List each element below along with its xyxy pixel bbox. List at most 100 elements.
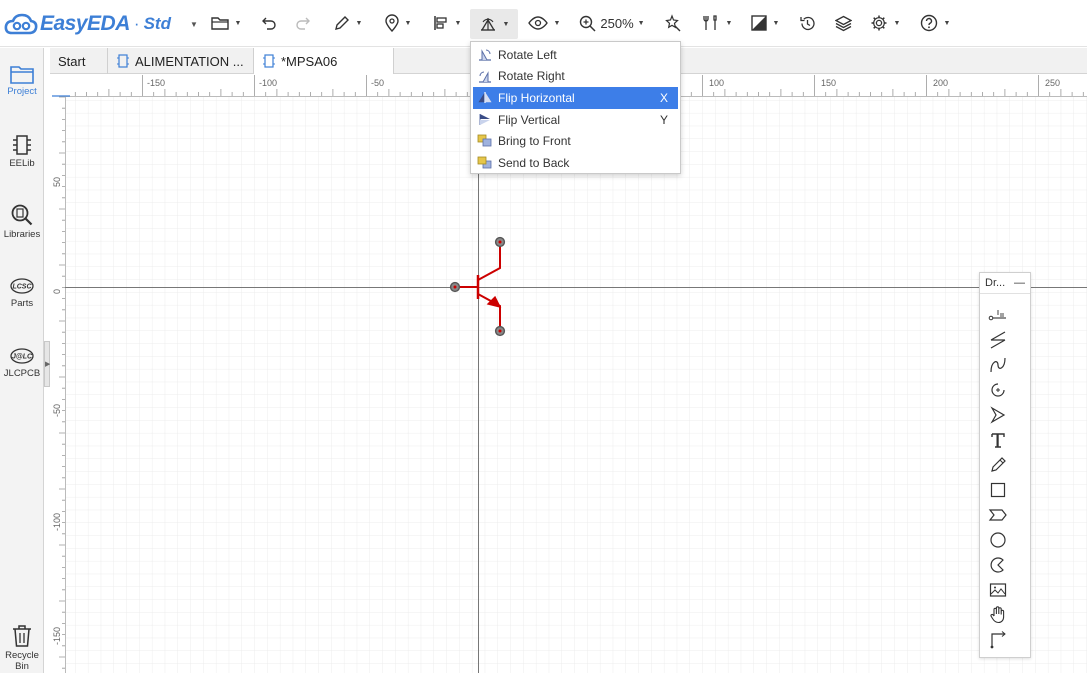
sidebar-item-label: Recycle Bin: [5, 650, 39, 672]
hand-icon: [990, 606, 1005, 624]
bezier-curve-icon: [990, 357, 1006, 373]
help-menu-button[interactable]: ▼: [916, 10, 954, 36]
image-tool[interactable]: [988, 580, 1008, 600]
history-button[interactable]: [796, 10, 818, 36]
menu-item-bring-to-front[interactable]: Bring to Front: [473, 130, 678, 152]
pie-icon: [990, 557, 1004, 573]
sidebar-item-label: Project: [7, 86, 37, 97]
view-menu-button[interactable]: ▼: [526, 10, 562, 36]
arrowhead-tool[interactable]: [988, 405, 1008, 425]
jlc-icon: J@LC: [10, 348, 34, 364]
chevron-down-icon: ▼: [355, 19, 363, 27]
drawing-tools-title: Dr...: [985, 277, 1006, 289]
ruler-label-top: 100: [709, 78, 724, 88]
polygon-tool[interactable]: [988, 505, 1008, 525]
zoom-menu-button[interactable]: 250% ▼: [576, 10, 648, 36]
menu-item-rotate-left[interactable]: Rotate Left: [473, 44, 678, 66]
ruler-label-left: -150: [52, 627, 62, 645]
ruler-label-left: 0: [52, 289, 62, 294]
ruler-label-top: -50: [371, 78, 384, 88]
svg-text:J@LC: J@LC: [12, 354, 33, 361]
dimension-tool[interactable]: [988, 630, 1008, 650]
menu-item-flip-horizontal[interactable]: Flip Horizontal X: [473, 87, 678, 109]
redo-icon: [296, 17, 310, 30]
sidebar-item-project[interactable]: Project: [0, 64, 44, 97]
tab-start[interactable]: Start: [50, 48, 108, 74]
sidebar-item-recycle-bin[interactable]: Recycle Bin: [0, 624, 44, 672]
tab-label: Start: [58, 53, 86, 69]
gear-icon: [871, 15, 887, 31]
menu-item-label: Rotate Left: [498, 47, 557, 62]
rectangle-tool[interactable]: [988, 480, 1008, 500]
drawing-tools-panel: Dr... —: [979, 272, 1031, 658]
ellipse-tool[interactable]: [988, 530, 1008, 550]
sidebar-item-label: Parts: [10, 298, 34, 309]
ruler-label-top: 250: [1045, 78, 1060, 88]
top-toolbar: EasyEDA · Std ▼ ▼ ▼ ▼ ▼ ▼ ▼ 250% ▼ ▼ ▼ ▼…: [0, 0, 1087, 47]
sidebar-item-label: JLCPCB: [3, 368, 41, 379]
sidebar-item-label: Libraries: [3, 229, 41, 240]
chevron-down-icon: ▼: [772, 19, 780, 27]
layers-button[interactable]: [832, 10, 854, 36]
align-menu-button[interactable]: ▼: [428, 10, 466, 36]
sidebar-item-parts[interactable]: LCSC Parts: [0, 276, 44, 309]
file-menu-button[interactable]: ▼: [208, 10, 244, 36]
send-to-back-icon: [477, 156, 492, 169]
pin-dot: [498, 240, 502, 244]
zoom-level: 250%: [600, 15, 634, 31]
ruler-label-left: 50: [52, 177, 62, 187]
drawing-tools-header[interactable]: Dr... —: [980, 273, 1030, 294]
chevron-down-icon: ▼: [454, 19, 462, 27]
draw-menu-button[interactable]: ▼: [330, 10, 366, 36]
design-rule-button[interactable]: [660, 10, 684, 36]
settings-menu-button[interactable]: ▼: [866, 10, 904, 36]
place-menu-button[interactable]: ▼: [380, 10, 416, 36]
menu-item-rotate-right[interactable]: Rotate Right: [473, 66, 678, 88]
wrench-screwdriver-icon: [702, 15, 717, 30]
pin-dot: [498, 329, 502, 333]
menu-item-shortcut: Y: [660, 112, 669, 127]
polyline-icon: [990, 331, 1006, 349]
bezier-tool[interactable]: [988, 355, 1008, 375]
menu-item-shortcut: X: [660, 90, 669, 105]
menu-item-send-to-back[interactable]: Send to Back: [473, 152, 678, 174]
grid-background: [65, 97, 1087, 673]
theme-menu-button[interactable]: ▼: [746, 10, 784, 36]
tab-mpsa06[interactable]: *MPSA06: [254, 48, 394, 74]
rotate-menu-button[interactable]: ▼: [470, 9, 518, 39]
polyline-tool[interactable]: [988, 330, 1008, 350]
sidebar-item-jlcpcb[interactable]: J@LC JLCPCB: [0, 346, 44, 379]
tab-alimentation[interactable]: ALIMENTATION ...: [108, 48, 254, 74]
pin-tool[interactable]: [988, 305, 1008, 325]
ruler-label-top: 200: [933, 78, 948, 88]
project-icon: [10, 66, 34, 84]
sidebar-item-eelib[interactable]: EELib: [0, 134, 44, 169]
app-logo[interactable]: EasyEDA · Std: [4, 10, 171, 38]
undo-button[interactable]: [258, 10, 280, 36]
pencil-icon: [991, 457, 1006, 472]
bring-to-front-icon: [477, 134, 492, 147]
logo-text: EasyEDA: [40, 12, 130, 35]
arc-tool[interactable]: [988, 380, 1008, 400]
flip-vertical-icon: [479, 113, 490, 125]
lcsc-icon: LCSC: [10, 278, 34, 294]
rotate-flip-dropdown: Rotate Left Rotate Right Flip Horizontal…: [470, 41, 681, 174]
freehand-tool[interactable]: [988, 455, 1008, 475]
pie-tool[interactable]: [988, 555, 1008, 575]
text-tool[interactable]: [988, 430, 1008, 450]
sidebar-item-libraries[interactable]: Libraries: [0, 203, 44, 240]
minimize-icon[interactable]: —: [1014, 277, 1025, 289]
contrast-icon: [750, 15, 767, 31]
chevron-down-icon: ▼: [943, 19, 951, 27]
redo-button[interactable]: [292, 10, 314, 36]
zoom-in-icon: [580, 15, 596, 32]
sparkle-wand-icon: [665, 14, 681, 32]
menu-item-flip-vertical[interactable]: Flip Vertical Y: [473, 109, 678, 131]
pan-tool[interactable]: [988, 605, 1008, 625]
arrowhead-icon: [990, 406, 1006, 424]
pin-icon: [988, 310, 1006, 321]
logo-chevron-down-icon[interactable]: ▼: [190, 20, 198, 29]
tools-menu-button[interactable]: ▼: [698, 10, 736, 36]
chevron-down-icon: ▼: [637, 19, 645, 27]
polygon-icon: [988, 509, 1007, 521]
